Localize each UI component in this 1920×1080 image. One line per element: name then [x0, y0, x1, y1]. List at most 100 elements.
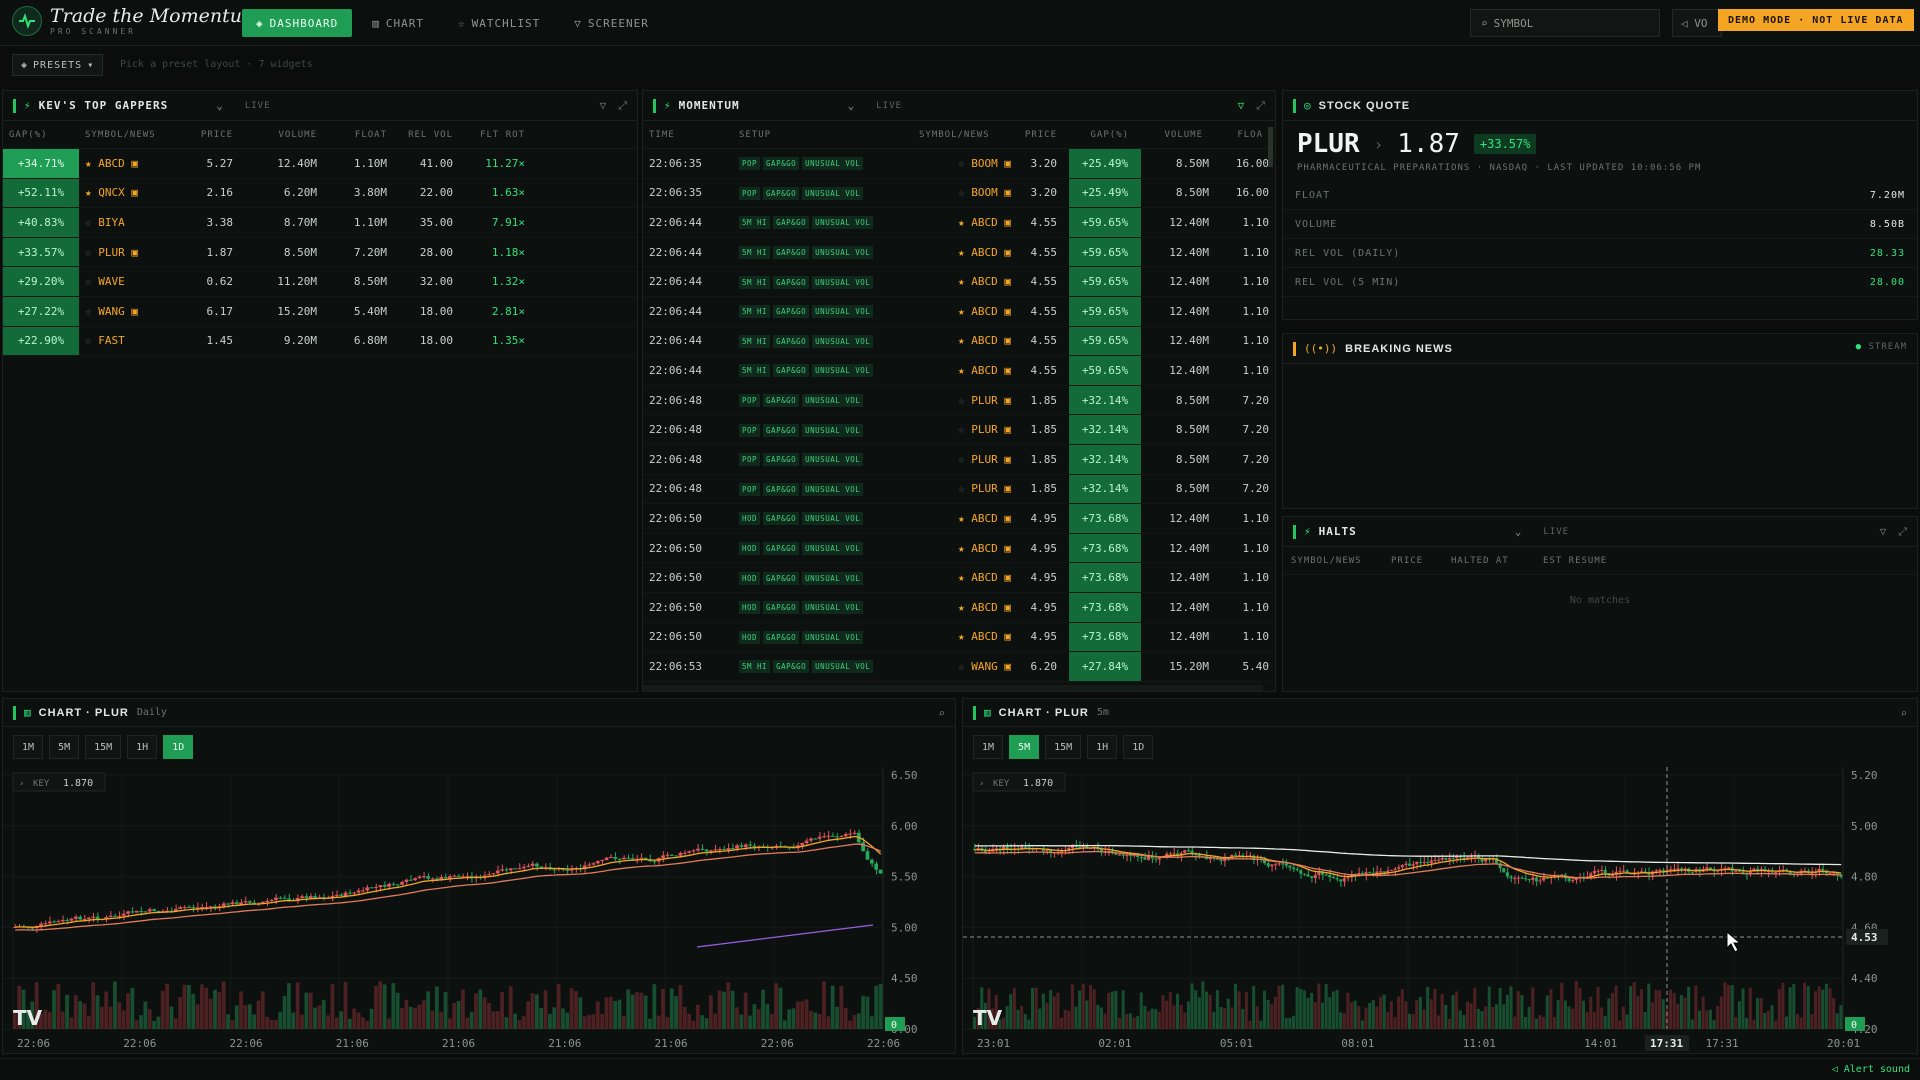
expand-icon[interactable]: ⤢ — [1256, 99, 1265, 113]
column-header[interactable]: FLOA — [1209, 130, 1269, 140]
chevron-down-icon[interactable]: ⌄ — [848, 99, 855, 112]
star-icon[interactable]: ★ — [958, 216, 971, 229]
column-header[interactable]: PRICE — [1385, 556, 1445, 566]
table-row[interactable]: 22:06:48 POP GAP&GO UNUSUAL VOL ☆ PLUR ▣ 1.85… — [643, 474, 1275, 505]
symbol-cell[interactable]: ★ ABCD ▣ — [913, 571, 1017, 584]
symbol[interactable]: ABCD — [971, 305, 998, 318]
star-icon[interactable]: ☆ — [958, 660, 971, 673]
star-icon[interactable]: ★ — [85, 157, 98, 170]
table-row[interactable]: +29.20% ☆ WAVE 0.62 11.20M 8.50M 32.00 1.32× — [3, 267, 637, 297]
timeframe-button-15m[interactable]: 15M — [1045, 735, 1082, 759]
column-header[interactable]: GAP(%) — [1063, 130, 1135, 140]
nav-dashboard[interactable]: ◈ DASHBOARD — [242, 9, 353, 37]
symbol[interactable]: PLUR — [971, 423, 998, 436]
symbol-cell[interactable]: ★ ABCD ▣ — [913, 216, 1017, 229]
symbol-cell[interactable]: ☆ PLUR ▣ — [79, 246, 179, 259]
timeframe-button-1h[interactable]: 1H — [127, 735, 158, 759]
symbol-cell[interactable]: ★ QNCX ▣ — [79, 186, 179, 199]
symbol[interactable]: WAVE — [98, 275, 125, 288]
table-row[interactable]: 22:06:44 5M HI GAP&GO UNUSUAL VOL ★ ABCD ▣ 4.… — [643, 208, 1275, 238]
vertical-scrollbar[interactable] — [1268, 127, 1273, 167]
table-row[interactable]: 22:06:44 5M HI GAP&GO UNUSUAL VOL ★ ABCD ▣ 4.… — [643, 267, 1275, 297]
star-icon[interactable]: ☆ — [958, 482, 971, 495]
star-icon[interactable]: ★ — [958, 364, 971, 377]
filter-icon[interactable]: ▽ — [1880, 525, 1887, 539]
table-row[interactable]: +52.11% ★ QNCX ▣ 2.16 6.20M 3.80M 22.00 1.63× — [3, 178, 637, 209]
column-header[interactable]: TIME — [643, 130, 733, 140]
symbol[interactable]: BOOM — [971, 157, 998, 170]
column-header[interactable]: REL VOL — [393, 130, 459, 140]
star-icon[interactable]: ★ — [958, 630, 971, 643]
timeframe-button-5m[interactable]: 5M — [49, 735, 80, 759]
star-icon[interactable]: ★ — [958, 246, 971, 259]
news-icon[interactable]: ▣ — [998, 630, 1011, 643]
table-row[interactable]: 22:06:50 HOD GAP&GO UNUSUAL VOL ★ ABCD ▣ 4.95… — [643, 504, 1275, 534]
column-header[interactable]: GAP(%) — [3, 130, 79, 140]
news-icon[interactable]: ▣ — [125, 157, 138, 170]
timeframe-button-1d[interactable]: 1D — [1123, 735, 1154, 759]
table-row[interactable]: 22:06:44 5M HI GAP&GO UNUSUAL VOL ★ ABCD ▣ 4.… — [643, 326, 1275, 357]
symbol-cell[interactable]: ☆ PLUR ▣ — [913, 423, 1017, 436]
symbol-cell[interactable]: ☆ BOOM ▣ — [913, 186, 1017, 199]
news-icon[interactable]: ▣ — [998, 571, 1011, 584]
filter-icon[interactable]: ▽ — [600, 99, 607, 113]
column-header[interactable]: EST RESUME — [1537, 556, 1637, 566]
symbol-cell[interactable]: ★ ABCD ▣ — [913, 246, 1017, 259]
symbol-cell[interactable]: ★ ABCD ▣ — [913, 364, 1017, 377]
symbol-cell[interactable]: ☆ WANG ▣ — [913, 660, 1017, 673]
star-icon[interactable]: ☆ — [958, 423, 971, 436]
symbol[interactable]: ABCD — [971, 364, 998, 377]
symbol[interactable]: BIYA — [98, 216, 125, 229]
star-icon[interactable]: ☆ — [958, 157, 971, 170]
column-header[interactable]: PRICE — [179, 130, 239, 140]
table-row[interactable]: 22:06:44 5M HI GAP&GO UNUSUAL VOL ★ ABCD ▣ 4.… — [643, 237, 1275, 268]
symbol-search[interactable]: ⌕ SYMBOL — [1470, 9, 1660, 37]
news-icon[interactable]: ▣ — [998, 246, 1011, 259]
symbol[interactable]: PLUR — [98, 246, 125, 259]
symbol[interactable]: ABCD — [971, 246, 998, 259]
table-row[interactable]: 22:06:53 5M HI GAP&GO UNUSUAL VOL ☆ WANG ▣ 6.… — [643, 652, 1275, 682]
symbol-cell[interactable]: ★ ABCD ▣ — [913, 512, 1017, 525]
news-icon[interactable]: ▣ — [998, 423, 1011, 436]
symbol[interactable]: WANG — [98, 305, 125, 318]
table-row[interactable]: 22:06:48 POP GAP&GO UNUSUAL VOL ☆ PLUR ▣ 1.85… — [643, 415, 1275, 445]
symbol[interactable]: ABCD — [971, 630, 998, 643]
timeframe-button-15m[interactable]: 15M — [85, 735, 122, 759]
timeframe-button-1m[interactable]: 1M — [13, 735, 44, 759]
filter-icon[interactable]: ▽ — [1238, 99, 1245, 113]
timeframe-button-1m[interactable]: 1M — [973, 735, 1004, 759]
volume-toggle[interactable]: ◁ VO — [1672, 9, 1722, 37]
news-icon[interactable]: ▣ — [998, 157, 1011, 170]
symbol[interactable]: PLUR — [971, 453, 998, 466]
symbol[interactable]: WANG — [971, 660, 998, 673]
table-row[interactable]: 22:06:44 5M HI GAP&GO UNUSUAL VOL ★ ABCD ▣ 4.… — [643, 296, 1275, 327]
chart-canvas[interactable]: 6.506.005.505.004.500.00›KEY1.87022:0622… — [3, 767, 955, 1053]
symbol[interactable]: ABCD — [971, 571, 998, 584]
column-header[interactable]: FLOAT — [323, 130, 393, 140]
news-icon[interactable]: ▣ — [998, 542, 1011, 555]
search-icon[interactable]: ⌕ — [938, 707, 945, 720]
expand-icon[interactable]: ⤢ — [1898, 525, 1907, 539]
table-row[interactable]: 22:06:35 POP GAP&GO UNUSUAL VOL ☆ BOOM ▣ 3.20… — [643, 149, 1275, 179]
app-logo[interactable]: Trade the Momentum PRO SCANNER — [12, 6, 260, 36]
table-row[interactable]: 22:06:48 POP GAP&GO UNUSUAL VOL ☆ PLUR ▣ 1.85… — [643, 385, 1275, 416]
star-icon[interactable]: ★ — [958, 275, 971, 288]
star-icon[interactable]: ☆ — [85, 334, 98, 347]
star-icon[interactable]: ★ — [85, 186, 98, 199]
star-icon[interactable]: ★ — [958, 334, 971, 347]
news-icon[interactable]: ▣ — [998, 453, 1011, 466]
news-icon[interactable]: ▣ — [998, 216, 1011, 229]
expand-icon[interactable]: ⤢ — [618, 99, 627, 113]
table-row[interactable]: +22.90% ☆ FAST 1.45 9.20M 6.80M 18.00 1.35× — [3, 326, 637, 357]
column-header[interactable]: SYMBOL/NEWS — [79, 130, 179, 140]
symbol-cell[interactable]: ★ ABCD ▣ — [913, 275, 1017, 288]
alert-sound-toggle[interactable]: ◁ Alert sound — [1832, 1064, 1910, 1075]
symbol[interactable]: BOOM — [971, 186, 998, 199]
symbol-cell[interactable]: ☆ WANG ▣ — [79, 305, 179, 318]
news-icon[interactable]: ▣ — [998, 305, 1011, 318]
nav-watchlist[interactable]: ☆ WATCHLIST — [444, 9, 554, 37]
star-icon[interactable]: ★ — [958, 542, 971, 555]
column-header[interactable]: PRICE — [1017, 130, 1063, 140]
symbol[interactable]: ABCD — [971, 216, 998, 229]
star-icon[interactable]: ★ — [958, 512, 971, 525]
